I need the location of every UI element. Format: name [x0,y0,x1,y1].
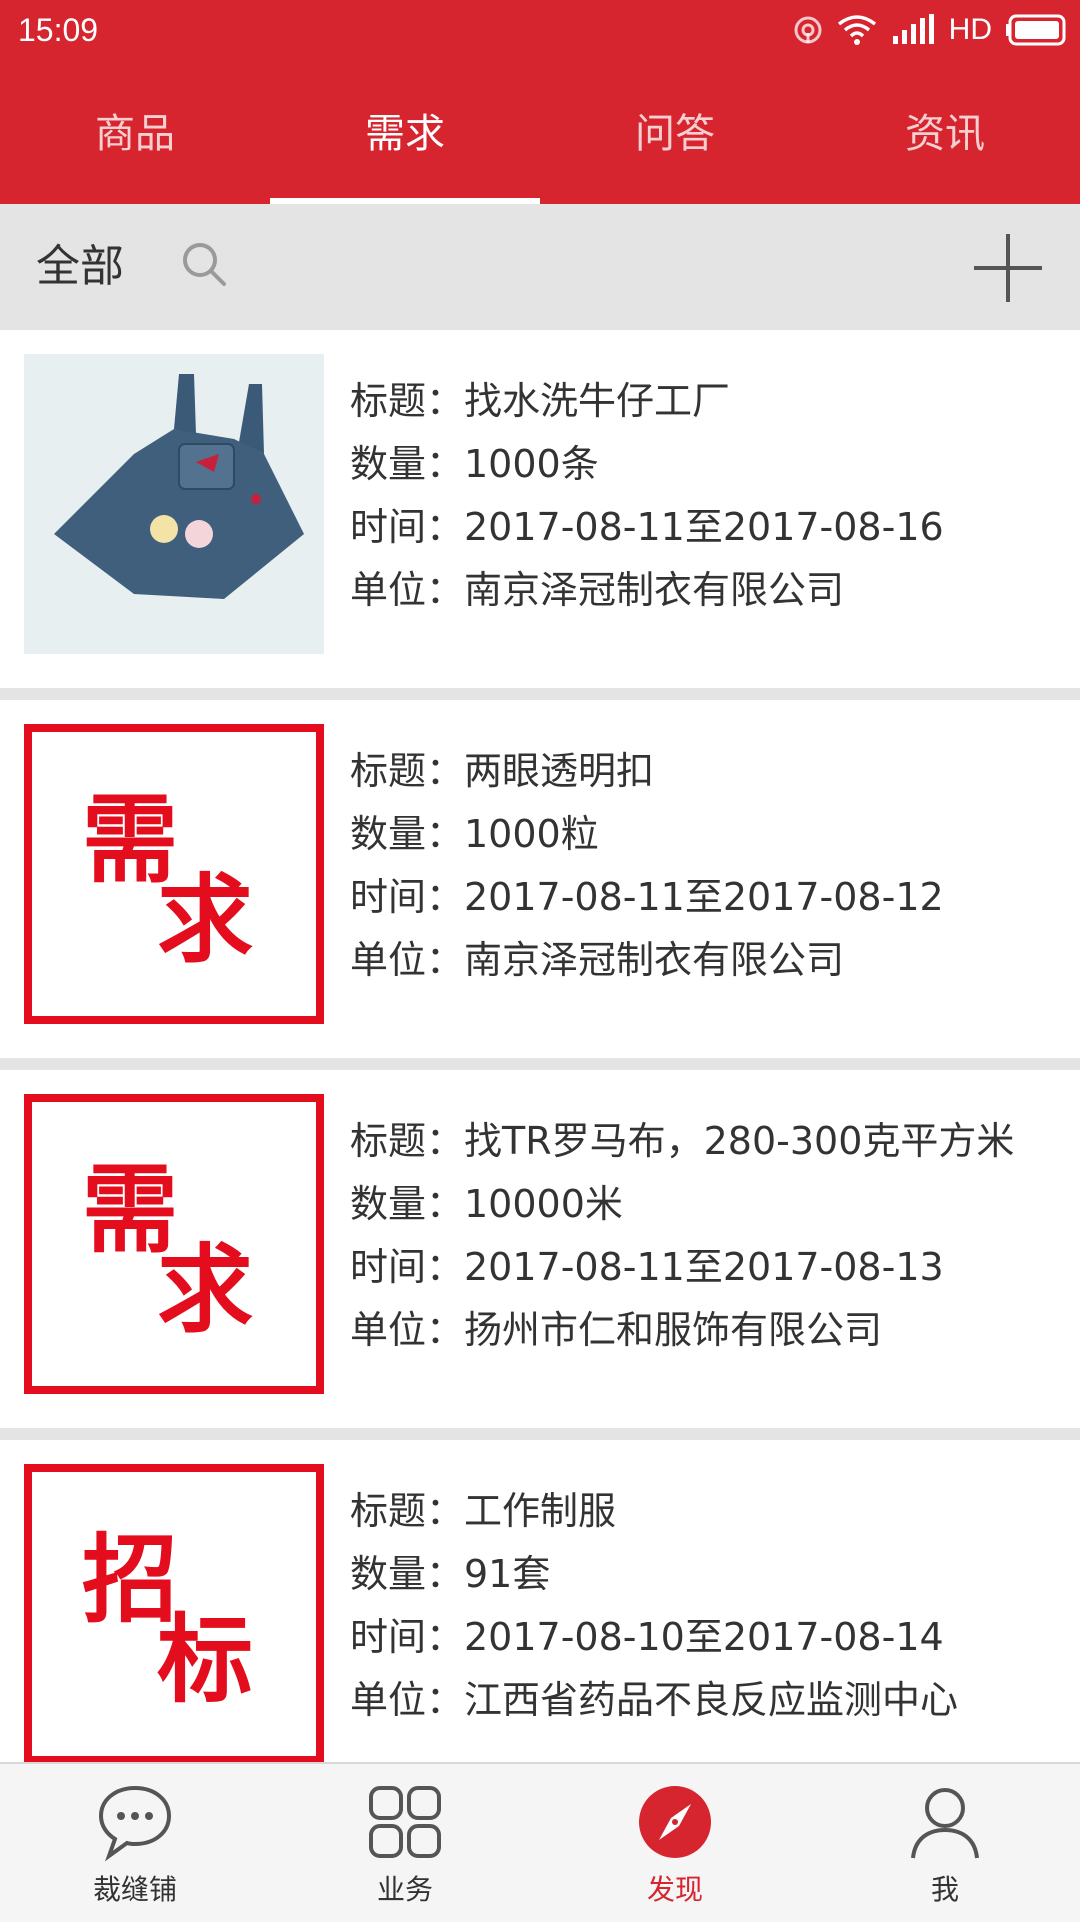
plus-icon[interactable] [970,230,1046,306]
tab-products[interactable]: 商品 [0,64,270,204]
item-title: 标题：工作制服 [350,1489,617,1533]
list-item[interactable]: 需 求 标题：两眼透明扣 数量：1000粒 时间：2017-08-11至2017… [0,700,1080,1058]
grid-icon [369,1786,441,1858]
nav-item-tailor-shop[interactable]: 裁缝铺 [0,1764,270,1922]
filter-all-dropdown[interactable]: 全部 [36,240,124,294]
demand-stamp-image: 需 求 [24,1094,324,1394]
item-title: 标题：两眼透明扣 [350,749,655,793]
item-title: 标题：找水洗牛仔工厂 [350,379,731,423]
list-item[interactable]: 招 标 标题：工作制服 数量：91套 时间：2017-08-10至2017-08… [0,1440,1080,1762]
hotspot-icon [794,16,822,44]
status-bar: 15:09 HD [0,0,1080,64]
item-separator [0,688,1080,700]
item-quantity: 数量：1000粒 [350,812,599,856]
item-separator [0,1058,1080,1070]
nav-item-business[interactable]: 业务 [270,1764,540,1922]
stamp-char-2: 求 [157,1233,253,1346]
item-info: 标题：找TR罗马布，280-300克平方米 数量：10000米 时间：2017-… [350,1110,1070,1362]
demand-list: 标题：找水洗牛仔工厂 数量：1000条 时间：2017-08-11至2017-0… [0,330,1080,1762]
nav-item-me[interactable]: 我 [810,1764,1080,1922]
search-icon[interactable] [180,240,228,288]
status-time: 15:09 [18,12,99,48]
item-info: 标题：两眼透明扣 数量：1000粒 时间：2017-08-11至2017-08-… [350,740,1070,992]
stamp-char-2: 标 [157,1603,253,1716]
bottom-nav: 裁缝铺 业务 发现 我 [0,1762,1080,1922]
item-company: 单位：扬州市仁和服饰有限公司 [350,1308,883,1352]
item-time: 时间：2017-08-11至2017-08-12 [350,875,944,919]
item-time: 时间：2017-08-10至2017-08-14 [350,1615,944,1659]
item-title: 标题：找TR罗马布，280-300克平方米 [350,1119,1015,1163]
item-photo [24,354,324,654]
nav-label: 发现 [646,1873,703,1906]
app-header: 15:09 HD 商品 需求 问答 资讯 [0,0,1080,204]
item-quantity: 数量：91套 [350,1552,551,1596]
chat-bubble-icon [98,1785,172,1862]
item-info: 标题：工作制服 数量：91套 时间：2017-08-10至2017-08-14 … [350,1480,1070,1732]
item-info: 标题：找水洗牛仔工厂 数量：1000条 时间：2017-08-11至2017-0… [350,370,1070,622]
nav-label: 我 [930,1873,959,1906]
nav-item-discover[interactable]: 发现 [540,1764,810,1922]
item-quantity: 数量：10000米 [350,1182,623,1226]
item-company: 单位：南京泽冠制衣有限公司 [350,938,845,982]
filter-bar: 全部 [0,204,1080,330]
item-quantity: 数量：1000条 [350,442,599,486]
item-time: 时间：2017-08-11至2017-08-13 [350,1245,944,1289]
nav-label: 业务 [376,1873,433,1906]
network-type: HD [948,13,992,46]
category-tabs: 商品 需求 问答 资讯 [0,64,1080,204]
list-item[interactable]: 标题：找水洗牛仔工厂 数量：1000条 时间：2017-08-11至2017-0… [0,330,1080,688]
demand-stamp-image: 需 求 [24,724,324,1024]
tab-qa[interactable]: 问答 [540,64,810,204]
status-icons: HD [793,8,1068,52]
item-company: 单位：南京泽冠制衣有限公司 [350,568,845,612]
item-time: 时间：2017-08-11至2017-08-16 [350,505,944,549]
stamp-char-2: 求 [157,863,253,976]
tab-news[interactable]: 资讯 [810,64,1080,204]
nav-label: 裁缝铺 [92,1873,177,1906]
wifi-icon [837,15,876,45]
compass-icon [639,1786,711,1858]
tab-demands[interactable]: 需求 [270,64,540,204]
item-company: 单位：江西省药品不良反应监测中心 [350,1678,959,1722]
tender-stamp-image: 招 标 [24,1464,324,1762]
denim-dress-photo-icon [24,354,324,654]
user-icon [911,1788,979,1859]
item-separator [0,1428,1080,1440]
signal-icon [892,14,934,44]
list-item[interactable]: 需 求 标题：找TR罗马布，280-300克平方米 数量：10000米 时间：2… [0,1070,1080,1428]
battery-icon [1006,14,1066,46]
